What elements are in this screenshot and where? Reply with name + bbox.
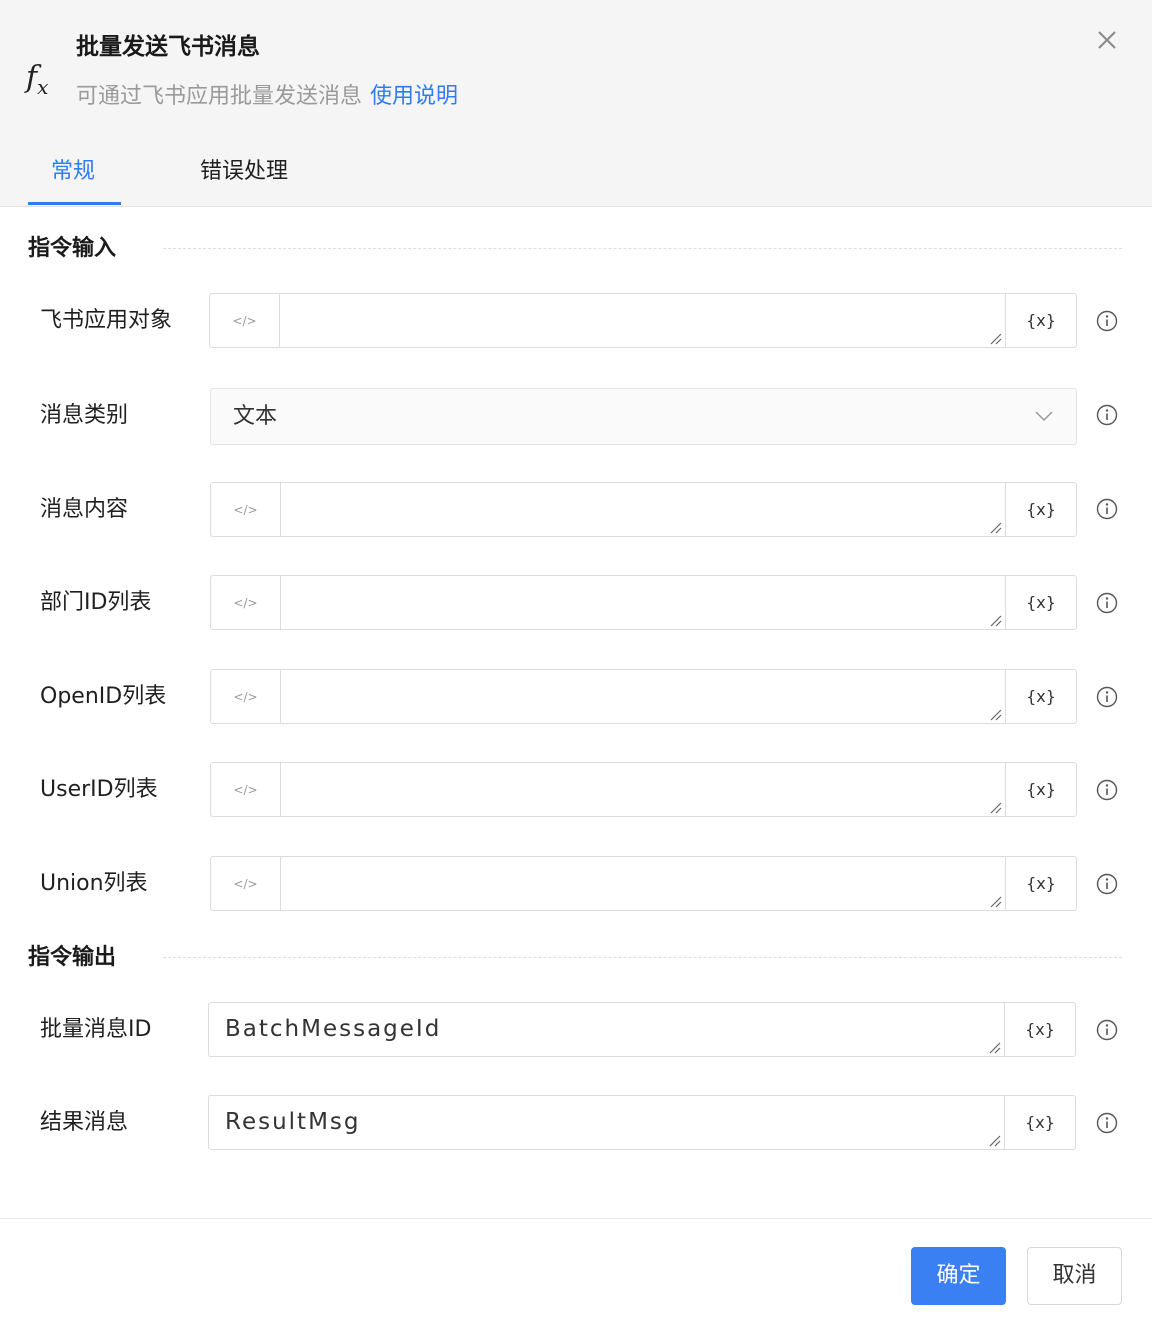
variable-button[interactable]: {x} [1005,576,1076,629]
code-icon[interactable]: </> [211,763,281,816]
field-label-batch-message-id: 批量消息ID [40,1017,152,1042]
field-label-feishu-app: 飞书应用对象 [40,308,173,333]
dialog-title: 批量发送飞书消息 [76,34,260,60]
close-icon[interactable] [1093,26,1121,54]
section-divider [163,957,1122,958]
variable-button[interactable]: {x} [1005,483,1076,536]
tab-error-handling[interactable]: 错误处理 [200,150,288,194]
info-icon[interactable] [1096,779,1118,801]
info-icon[interactable] [1096,1019,1118,1041]
info-icon[interactable] [1096,404,1118,426]
help-link[interactable]: 使用说明 [370,84,458,109]
tab-general[interactable]: 常规 [51,150,95,194]
confirm-button[interactable]: 确定 [911,1247,1006,1305]
chevron-down-icon [1035,411,1053,422]
variable-button[interactable]: {x} [1005,857,1076,910]
resize-handle-icon[interactable] [989,1135,1001,1147]
variable-button[interactable]: {x} [1004,1003,1075,1056]
message-type-select[interactable]: 文本 [210,388,1077,445]
code-icon[interactable]: </> [211,857,281,910]
field-label-result-message: 结果消息 [40,1110,129,1135]
input-section-title: 指令输入 [28,236,117,261]
subtitle-text: 可通过飞书应用批量发送消息 [76,84,363,109]
cancel-button[interactable]: 取消 [1027,1247,1122,1305]
dialog-subtitle: 可通过飞书应用批量发送消息 使用说明 [76,80,458,114]
result-message-field: ResultMsg {x} [208,1095,1076,1150]
resize-handle-icon[interactable] [990,896,1002,908]
active-tab-indicator [28,202,121,205]
field-value[interactable]: ResultMsg [225,1096,361,1149]
field-label-message-content: 消息内容 [40,497,129,522]
open-ids-field: </> {x} [210,669,1077,724]
footer-divider [0,1218,1152,1219]
resize-handle-icon[interactable] [990,709,1002,721]
info-icon[interactable] [1096,686,1118,708]
resize-handle-icon[interactable] [990,615,1002,627]
field-value[interactable]: BatchMessageId [225,1003,441,1056]
union-ids-field: </> {x} [210,856,1077,911]
message-content-field: </> {x} [210,482,1077,537]
feishu-app-field: </> {x} [209,293,1077,348]
variable-button[interactable]: {x} [1005,763,1076,816]
section-divider [163,248,1122,249]
resize-handle-icon[interactable] [990,333,1002,345]
info-icon[interactable] [1096,498,1118,520]
resize-handle-icon[interactable] [989,1042,1001,1054]
department-ids-field: </> {x} [210,575,1077,630]
code-icon[interactable]: </> [211,670,281,723]
field-label-user-ids: UserID列表 [40,777,158,802]
info-icon[interactable] [1096,1112,1118,1134]
variable-button[interactable]: {x} [1004,1096,1075,1149]
output-section-title: 指令输出 [28,945,117,970]
variable-button[interactable]: {x} [1005,294,1076,347]
user-ids-field: </> {x} [210,762,1077,817]
function-icon: fx [26,60,49,99]
info-icon[interactable] [1096,310,1118,332]
code-icon[interactable]: </> [210,294,280,347]
field-label-message-type: 消息类别 [40,403,129,428]
selected-value: 文本 [233,404,278,429]
info-icon[interactable] [1096,873,1118,895]
code-icon[interactable]: </> [211,576,281,629]
dialog-header: fx 批量发送飞书消息 可通过飞书应用批量发送消息 使用说明 常规 错误处理 [0,0,1152,207]
field-label-open-ids: OpenID列表 [40,684,167,709]
field-label-department-ids: 部门ID列表 [40,590,152,615]
info-icon[interactable] [1096,592,1118,614]
resize-handle-icon[interactable] [990,522,1002,534]
field-label-union-ids: Union列表 [40,871,148,896]
resize-handle-icon[interactable] [990,802,1002,814]
batch-message-id-field: BatchMessageId {x} [208,1002,1076,1057]
code-icon[interactable]: </> [211,483,281,536]
variable-button[interactable]: {x} [1005,670,1076,723]
